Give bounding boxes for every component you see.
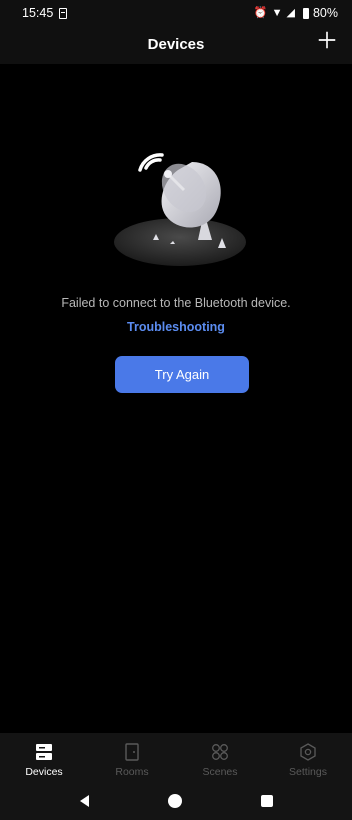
tab-scenes[interactable]: Scenes — [176, 733, 264, 782]
alarm-icon: ⏰ — [253, 6, 268, 19]
back-icon[interactable] — [79, 795, 89, 807]
tab-settings[interactable]: Settings — [264, 733, 352, 782]
page-title: Devices — [147, 36, 205, 53]
tab-rooms[interactable]: Rooms — [88, 733, 176, 782]
satellite-dish-illustration — [114, 153, 246, 266]
add-device-button[interactable] — [316, 29, 340, 53]
error-message: Failed to connect to the Bluetooth devic… — [61, 296, 291, 310]
status-bar: 15:45 ⏰ ▼ ◢ 80% — [0, 0, 352, 26]
recents-icon[interactable] — [260, 795, 273, 807]
rooms-icon — [122, 742, 142, 762]
app-bar: Devices — [0, 26, 352, 64]
tab-label: Scenes — [202, 766, 238, 778]
bottom-tab-bar: Devices Rooms Scenes Settings — [0, 733, 352, 782]
status-time: 15:45 — [22, 6, 54, 20]
signal-icon: ◢ — [286, 6, 295, 19]
tab-label: Settings — [289, 766, 327, 778]
tab-label: Rooms — [115, 766, 149, 778]
sim-icon — [59, 7, 68, 19]
battery-percent: 80% — [312, 6, 338, 20]
battery-icon — [302, 7, 309, 19]
tab-devices[interactable]: Devices — [0, 733, 88, 782]
troubleshooting-link[interactable]: Troubleshooting — [0, 320, 352, 334]
home-icon[interactable] — [167, 794, 182, 808]
tab-label: Devices — [25, 766, 63, 778]
try-again-button[interactable]: Try Again — [115, 356, 249, 393]
system-nav-bar — [0, 782, 352, 820]
wifi-icon: ▼ — [271, 6, 283, 19]
plus-icon — [318, 31, 336, 49]
settings-icon — [298, 742, 318, 762]
scenes-icon — [210, 742, 230, 762]
devices-icon — [34, 742, 54, 762]
